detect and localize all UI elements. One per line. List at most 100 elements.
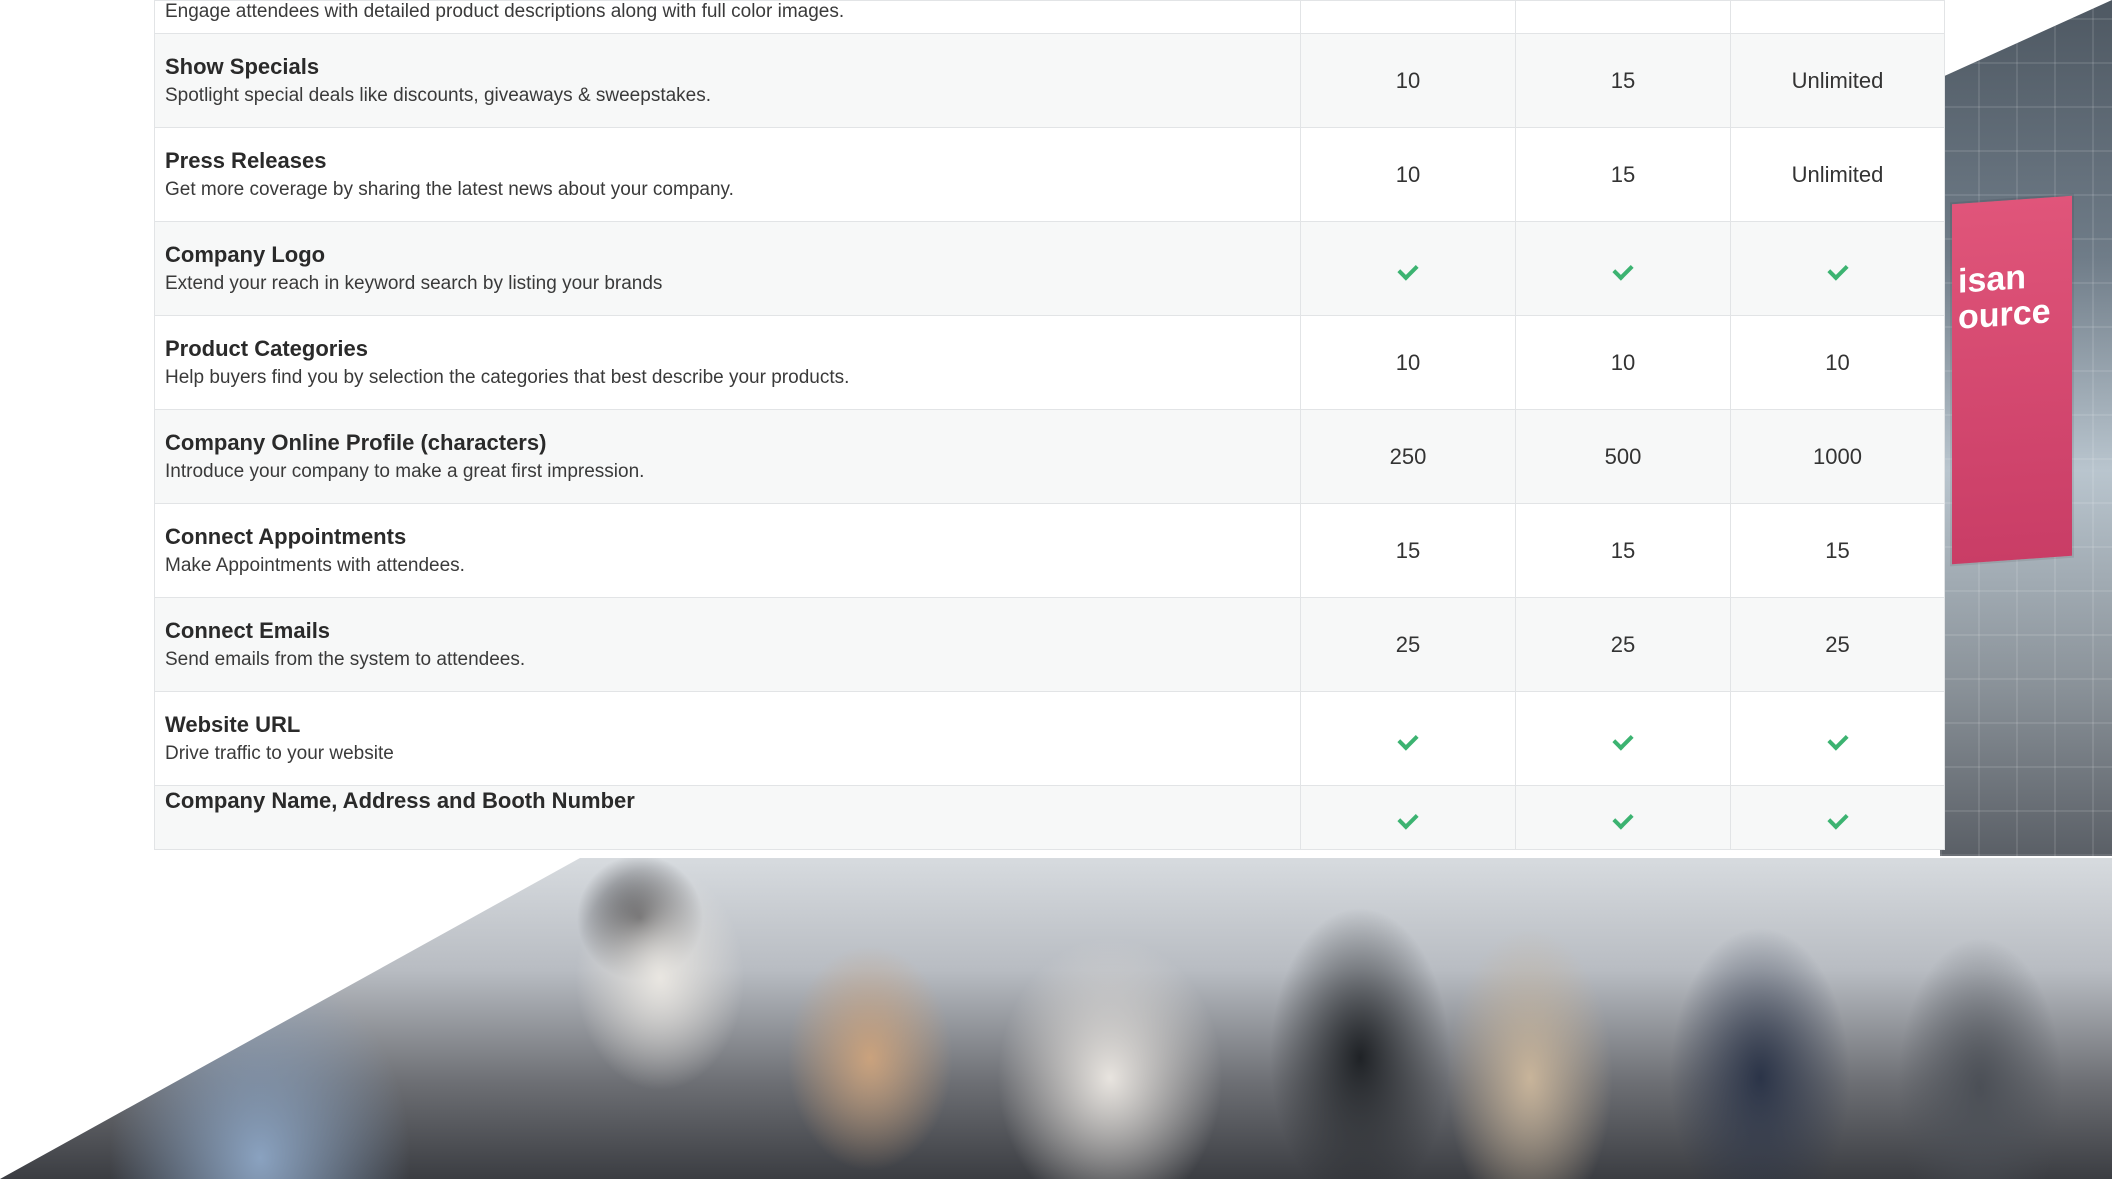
value-text: 500: [1604, 443, 1642, 469]
value-text: 10: [1825, 349, 1850, 375]
value-cell: 10: [1300, 127, 1516, 222]
pink-banner: isan ource: [1952, 195, 2072, 565]
feature-description: Send emails from the system to attendees…: [165, 648, 526, 670]
value-cell: 10: [1300, 33, 1516, 128]
check-icon: [1826, 258, 1849, 281]
check-icon: [1397, 728, 1419, 751]
value-text: 10: [1395, 161, 1421, 187]
check-icon: [1612, 728, 1634, 751]
feature-description: Make Appointments with attendees.: [165, 554, 465, 576]
value-cell: 15: [1515, 33, 1731, 128]
value-cell: [1300, 221, 1516, 316]
value-text: 15: [1610, 161, 1636, 187]
value-text: 15: [1610, 67, 1636, 93]
feature-title: Connect Emails: [165, 617, 331, 643]
feature-cell: Connect Appointments Make Appointments wi…: [154, 503, 1301, 598]
feature-description: Spotlight special deals like discounts, …: [165, 84, 712, 106]
feature-cell: Company Name, Address and Booth Number: [154, 785, 1301, 850]
value-cell: 15: [1515, 503, 1731, 598]
value-text: 10: [1395, 349, 1421, 375]
table-row: Connect Appointments Make Appointments wi…: [154, 503, 1945, 598]
value-cell: 15: [1515, 127, 1731, 222]
feature-title: Company Name, Address and Booth Number: [165, 788, 635, 813]
feature-cell: Engage attendees with detailed product d…: [154, 0, 1301, 34]
value-cell: [1515, 785, 1731, 850]
feature-description: Extend your reach in keyword search by l…: [165, 272, 663, 294]
value-cell: 10: [1515, 315, 1731, 410]
value-cell: 15: [1300, 503, 1516, 598]
value-cell: 25: [1515, 597, 1731, 692]
feature-description: Help buyers find you by selection the ca…: [165, 366, 850, 388]
value-text: 10: [1395, 67, 1421, 93]
table-row: Company Online Profile (characters) Intro…: [154, 409, 1945, 504]
value-cell: [1730, 785, 1945, 850]
table-row: Company Name, Address and Booth Number: [154, 785, 1945, 850]
table-row: Website URL Drive traffic to your website: [154, 691, 1945, 786]
value-text: Unlimited: [1791, 67, 1884, 93]
value-text: 15: [1825, 537, 1850, 563]
banner-text: isan ource: [1958, 258, 2051, 337]
feature-description: Engage attendees with detailed product d…: [165, 1, 845, 22]
value-text: 15: [1610, 537, 1636, 563]
feature-description: Get more coverage by sharing the latest …: [165, 178, 734, 200]
feature-title: Company Online Profile (characters): [165, 429, 547, 455]
check-icon: [1826, 728, 1849, 751]
feature-title: Show Specials: [165, 53, 320, 79]
value-cell: 10: [1300, 315, 1516, 410]
value-cell: [1515, 221, 1731, 316]
feature-cell: Press Releases Get more coverage by shari…: [154, 127, 1301, 222]
value-text: 25: [1395, 631, 1421, 657]
value-text: 250: [1389, 443, 1427, 469]
feature-comparison-table: Engage attendees with detailed product d…: [154, 0, 1945, 850]
value-cell: 250: [1300, 409, 1516, 504]
table-row: Company Logo Extend your reach in keyword…: [154, 221, 1945, 316]
value-cell: [1730, 221, 1945, 316]
value-text: 10: [1610, 349, 1636, 375]
value-cell: 1000: [1730, 409, 1945, 504]
feature-cell: Website URL Drive traffic to your website: [154, 691, 1301, 786]
feature-cell: Company Online Profile (characters) Intro…: [154, 409, 1301, 504]
feature-title: Press Releases: [165, 147, 327, 173]
value-text: 1000: [1813, 443, 1862, 469]
value-text: 25: [1610, 631, 1636, 657]
feature-cell: Connect Emails Send emails from the syste…: [154, 597, 1301, 692]
value-text: Unlimited: [1791, 161, 1884, 187]
table-row: Press Releases Get more coverage by shari…: [154, 127, 1945, 222]
value-cell: 10: [1730, 315, 1945, 410]
value-cell: 500: [1515, 409, 1731, 504]
value-cell: 25: [1730, 597, 1945, 692]
value-cell: [1300, 691, 1516, 786]
value-cell: 15: [1730, 503, 1945, 598]
feature-cell: Product Categories Help buyers find you b…: [154, 315, 1301, 410]
table-row: Connect Emails Send emails from the syste…: [154, 597, 1945, 692]
value-cell: [1300, 0, 1516, 34]
feature-cell: Show Specials Spotlight special deals lik…: [154, 33, 1301, 128]
value-cell: [1730, 0, 1945, 34]
feature-description: Drive traffic to your website: [165, 742, 394, 764]
value-text: 25: [1825, 631, 1850, 657]
check-icon: [1397, 807, 1419, 830]
value-cell: [1515, 0, 1731, 34]
feature-title: Connect Appointments: [165, 523, 407, 549]
feature-title: Company Logo: [165, 241, 326, 267]
value-cell: [1515, 691, 1731, 786]
table-body: Engage attendees with detailed product d…: [154, 0, 1945, 850]
table-row: Engage attendees with detailed product d…: [154, 0, 1945, 34]
background-photo-crowd: [0, 858, 2112, 1179]
value-text: 15: [1395, 537, 1421, 563]
value-cell: [1300, 785, 1516, 850]
value-cell: Unlimited: [1730, 33, 1945, 128]
feature-cell: Company Logo Extend your reach in keyword…: [154, 221, 1301, 316]
check-icon: [1397, 258, 1419, 281]
value-cell: [1730, 691, 1945, 786]
feature-description: Introduce your company to make a great f…: [165, 460, 645, 482]
feature-title: Website URL: [165, 711, 301, 737]
check-icon: [1826, 807, 1849, 830]
feature-title: Product Categories: [165, 335, 368, 361]
check-icon: [1612, 258, 1634, 281]
table-row: Product Categories Help buyers find you b…: [154, 315, 1945, 410]
value-cell: 25: [1300, 597, 1516, 692]
value-cell: Unlimited: [1730, 127, 1945, 222]
table-row: Show Specials Spotlight special deals lik…: [154, 33, 1945, 128]
check-icon: [1612, 807, 1634, 830]
